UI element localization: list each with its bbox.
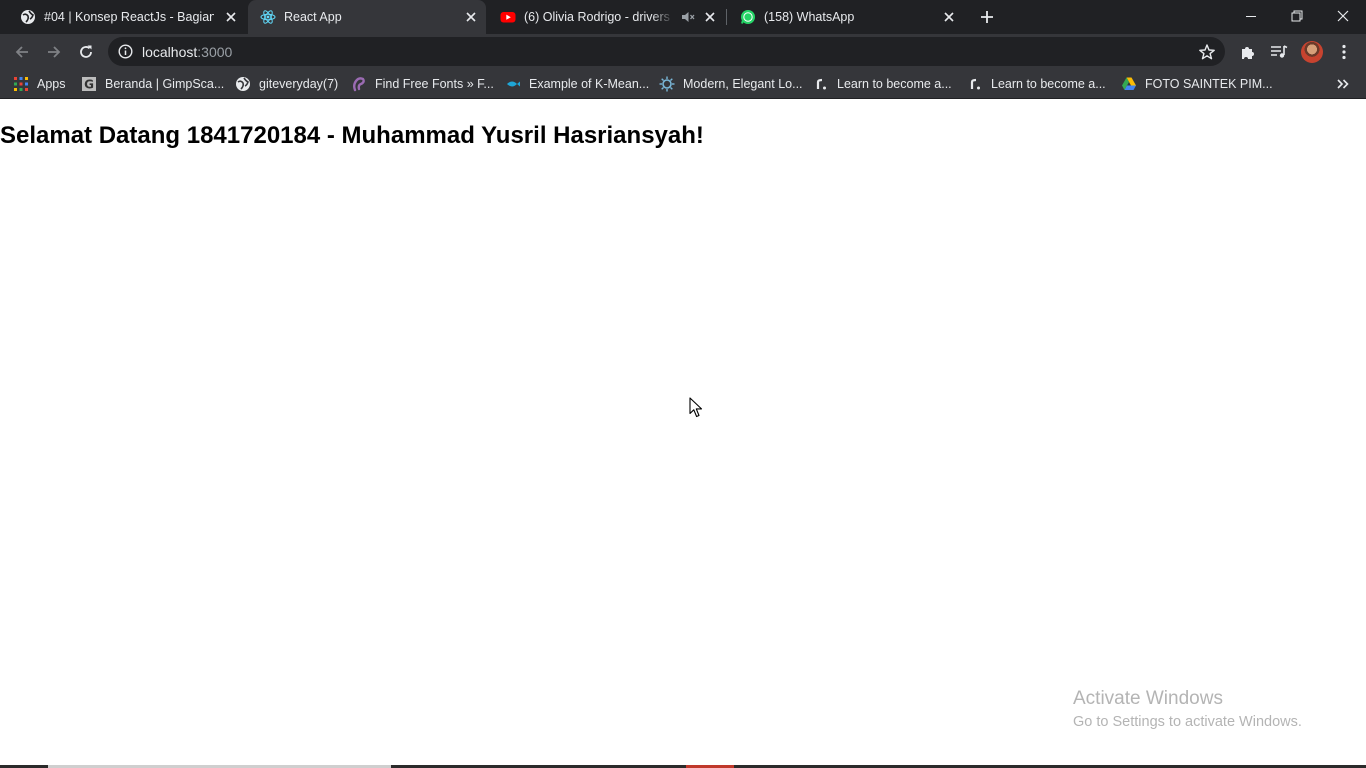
back-icon[interactable] — [8, 38, 36, 66]
react-icon — [260, 9, 276, 25]
bookmark-kmeans[interactable]: Example of K-Mean... — [505, 75, 649, 93]
bookmark-label: Modern, Elegant Lo... — [683, 77, 803, 91]
bookmark-label: Learn to become a... — [837, 77, 952, 91]
bookmark-label: Learn to become a... — [991, 77, 1106, 91]
globe-icon — [235, 76, 251, 92]
speaker-muted-icon[interactable] — [680, 9, 696, 25]
media-icon[interactable] — [1269, 42, 1289, 62]
bookmark-gimpscape[interactable]: G Beranda | GimpSca... — [81, 75, 224, 93]
bookmark-apps[interactable]: Apps — [13, 75, 66, 93]
tab-youtube[interactable]: (6) Olivia Rodrigo - drivers lic — [488, 0, 726, 34]
google-drive-icon — [1121, 76, 1137, 92]
tab-separator — [726, 9, 727, 25]
bookmark-label: Beranda | GimpSca... — [105, 77, 225, 91]
bookmark-modern-elegant[interactable]: Modern, Elegant Lo... — [659, 75, 803, 93]
tab-title: React App — [284, 10, 342, 24]
tab-konsep-reactjs[interactable]: #04 | Konsep ReactJs - Bagian 2 — [8, 0, 246, 34]
apps-grid-icon — [13, 76, 29, 92]
activate-windows-watermark: Activate Windows Go to Settings to activ… — [1073, 688, 1302, 730]
close-icon[interactable] — [463, 9, 479, 25]
url-port: :3000 — [197, 44, 233, 60]
page-viewport: Selamat Datang 1841720184 - Muhammad Yus… — [0, 100, 1366, 768]
r-letter-icon — [967, 76, 983, 92]
tab-title: (6) Olivia Rodrigo - drivers lic — [524, 10, 674, 24]
address-bar[interactable]: localhost:3000 — [108, 37, 1225, 66]
close-icon[interactable] — [941, 9, 957, 25]
url-text[interactable]: localhost:3000 — [142, 44, 232, 60]
bookmark-label: Apps — [37, 77, 66, 91]
tab-title: #04 | Konsep ReactJs - Bagian 2 — [44, 10, 214, 24]
mouse-cursor-icon — [689, 397, 703, 418]
watermark-title: Activate Windows — [1073, 688, 1223, 709]
page-heading: Selamat Datang 1841720184 - Muhammad Yus… — [0, 122, 704, 149]
extensions-icon[interactable] — [1237, 42, 1257, 62]
url-host: localhost — [142, 44, 198, 60]
watermark-subtitle: Go to Settings to activate Windows. — [1073, 714, 1302, 730]
whatsapp-icon — [740, 9, 756, 25]
fish-icon — [505, 76, 521, 92]
bookmarks-bar: Apps G Beranda | GimpSca... giteveryday(… — [0, 69, 1366, 99]
bookmark-label: Example of K-Mean... — [529, 77, 650, 91]
restore-icon[interactable] — [1274, 0, 1320, 32]
tab-strip: #04 | Konsep ReactJs - Bagian 2 React Ap… — [0, 0, 1366, 34]
tab-title: (158) WhatsApp — [764, 10, 855, 24]
bookmark-find-free-fonts[interactable]: Find Free Fonts » F... — [351, 75, 494, 93]
bookmark-learn-1[interactable]: Learn to become a... — [813, 75, 952, 93]
r-letter-icon — [813, 76, 829, 92]
chevron-double-right-icon[interactable] — [1335, 76, 1351, 92]
bookmark-foto-saintek[interactable]: FOTO SAINTEK PIM... — [1121, 75, 1273, 93]
bookmark-label: Find Free Fonts » F... — [375, 77, 494, 91]
forward-icon[interactable] — [40, 38, 68, 66]
info-icon[interactable] — [118, 44, 133, 59]
youtube-icon — [500, 9, 516, 25]
plus-icon[interactable] — [976, 6, 998, 28]
bookmark-learn-2[interactable]: Learn to become a... — [967, 75, 1106, 93]
bookmark-label: giteveryday(7) — [259, 77, 339, 91]
bookmark-label: FOTO SAINTEK PIM... — [1145, 77, 1273, 91]
close-icon[interactable] — [223, 9, 239, 25]
globe-icon — [20, 9, 36, 25]
bookmark-giteveryday[interactable]: giteveryday(7) — [235, 75, 338, 93]
svg-text:G: G — [84, 78, 94, 92]
minimize-icon[interactable] — [1228, 0, 1274, 32]
gimpscape-icon: G — [81, 76, 97, 92]
tab-whatsapp[interactable]: (158) WhatsApp — [728, 0, 966, 34]
browser-toolbar: localhost:3000 — [0, 34, 1366, 69]
gear-burst-icon — [659, 76, 675, 92]
tab-react-app[interactable]: React App — [248, 0, 486, 34]
star-icon[interactable] — [1198, 43, 1216, 61]
avatar[interactable] — [1301, 41, 1323, 63]
close-icon[interactable] — [702, 9, 718, 25]
fonts-icon — [351, 76, 367, 92]
close-icon[interactable] — [1320, 0, 1366, 32]
menu-icon[interactable] — [1334, 42, 1354, 62]
reload-icon[interactable] — [72, 38, 100, 66]
